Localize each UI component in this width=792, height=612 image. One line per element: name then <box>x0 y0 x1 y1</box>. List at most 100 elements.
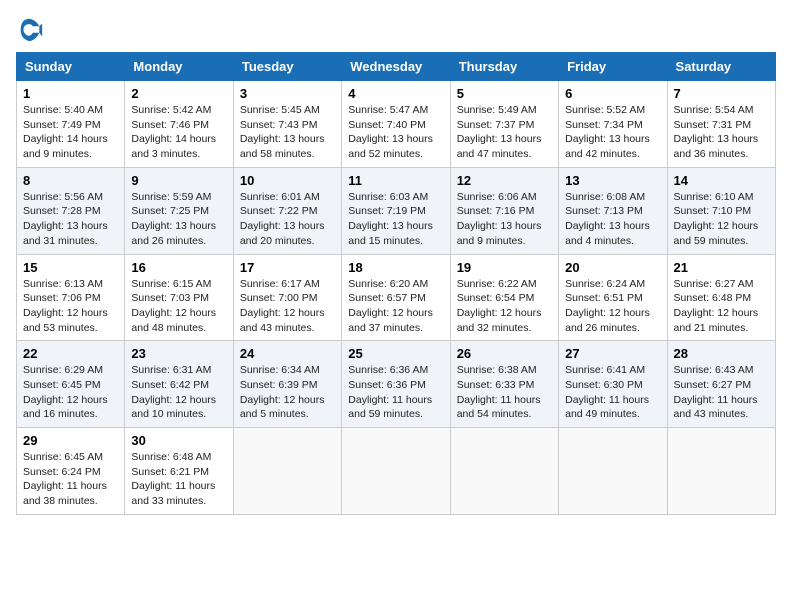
day-info: Sunrise: 6:27 AMSunset: 6:48 PMDaylight:… <box>674 278 759 334</box>
day-number: 29 <box>23 433 118 448</box>
day-number: 23 <box>131 346 226 361</box>
day-info: Sunrise: 5:45 AMSunset: 7:43 PMDaylight:… <box>240 104 325 160</box>
day-number: 15 <box>23 260 118 275</box>
header-row: Sunday Monday Tuesday Wednesday Thursday… <box>17 53 776 81</box>
day-number: 10 <box>240 173 335 188</box>
day-info: Sunrise: 6:31 AMSunset: 6:42 PMDaylight:… <box>131 364 216 420</box>
table-row: 21 Sunrise: 6:27 AMSunset: 6:48 PMDaylig… <box>667 254 775 341</box>
calendar-table: Sunday Monday Tuesday Wednesday Thursday… <box>16 52 776 515</box>
table-row: 1 Sunrise: 5:40 AMSunset: 7:49 PMDayligh… <box>17 81 125 168</box>
table-row: 5 Sunrise: 5:49 AMSunset: 7:37 PMDayligh… <box>450 81 558 168</box>
day-info: Sunrise: 6:06 AMSunset: 7:16 PMDaylight:… <box>457 191 542 247</box>
day-info: Sunrise: 6:45 AMSunset: 6:24 PMDaylight:… <box>23 451 107 507</box>
calendar-week-row: 22 Sunrise: 6:29 AMSunset: 6:45 PMDaylig… <box>17 341 776 428</box>
table-row: 14 Sunrise: 6:10 AMSunset: 7:10 PMDaylig… <box>667 167 775 254</box>
table-row <box>559 428 667 515</box>
day-info: Sunrise: 6:48 AMSunset: 6:21 PMDaylight:… <box>131 451 215 507</box>
day-info: Sunrise: 5:52 AMSunset: 7:34 PMDaylight:… <box>565 104 650 160</box>
day-number: 22 <box>23 346 118 361</box>
table-row: 4 Sunrise: 5:47 AMSunset: 7:40 PMDayligh… <box>342 81 450 168</box>
day-number: 5 <box>457 86 552 101</box>
col-tuesday: Tuesday <box>233 53 341 81</box>
day-number: 3 <box>240 86 335 101</box>
table-row: 17 Sunrise: 6:17 AMSunset: 7:00 PMDaylig… <box>233 254 341 341</box>
day-info: Sunrise: 6:41 AMSunset: 6:30 PMDaylight:… <box>565 364 649 420</box>
table-row <box>342 428 450 515</box>
table-row: 27 Sunrise: 6:41 AMSunset: 6:30 PMDaylig… <box>559 341 667 428</box>
day-info: Sunrise: 6:08 AMSunset: 7:13 PMDaylight:… <box>565 191 650 247</box>
table-row: 3 Sunrise: 5:45 AMSunset: 7:43 PMDayligh… <box>233 81 341 168</box>
logo <box>16 16 48 44</box>
day-number: 18 <box>348 260 443 275</box>
table-row: 22 Sunrise: 6:29 AMSunset: 6:45 PMDaylig… <box>17 341 125 428</box>
table-row <box>233 428 341 515</box>
table-row: 2 Sunrise: 5:42 AMSunset: 7:46 PMDayligh… <box>125 81 233 168</box>
day-number: 8 <box>23 173 118 188</box>
calendar-week-row: 29 Sunrise: 6:45 AMSunset: 6:24 PMDaylig… <box>17 428 776 515</box>
day-number: 1 <box>23 86 118 101</box>
day-info: Sunrise: 6:22 AMSunset: 6:54 PMDaylight:… <box>457 278 542 334</box>
table-row <box>450 428 558 515</box>
table-row: 12 Sunrise: 6:06 AMSunset: 7:16 PMDaylig… <box>450 167 558 254</box>
col-monday: Monday <box>125 53 233 81</box>
day-number: 12 <box>457 173 552 188</box>
day-number: 6 <box>565 86 660 101</box>
table-row: 30 Sunrise: 6:48 AMSunset: 6:21 PMDaylig… <box>125 428 233 515</box>
day-info: Sunrise: 5:49 AMSunset: 7:37 PMDaylight:… <box>457 104 542 160</box>
calendar-week-row: 8 Sunrise: 5:56 AMSunset: 7:28 PMDayligh… <box>17 167 776 254</box>
day-number: 14 <box>674 173 769 188</box>
day-info: Sunrise: 6:13 AMSunset: 7:06 PMDaylight:… <box>23 278 108 334</box>
day-number: 7 <box>674 86 769 101</box>
day-info: Sunrise: 6:24 AMSunset: 6:51 PMDaylight:… <box>565 278 650 334</box>
day-number: 25 <box>348 346 443 361</box>
day-number: 17 <box>240 260 335 275</box>
day-info: Sunrise: 6:10 AMSunset: 7:10 PMDaylight:… <box>674 191 759 247</box>
table-row: 8 Sunrise: 5:56 AMSunset: 7:28 PMDayligh… <box>17 167 125 254</box>
table-row: 10 Sunrise: 6:01 AMSunset: 7:22 PMDaylig… <box>233 167 341 254</box>
day-info: Sunrise: 5:47 AMSunset: 7:40 PMDaylight:… <box>348 104 433 160</box>
day-info: Sunrise: 5:40 AMSunset: 7:49 PMDaylight:… <box>23 104 108 160</box>
day-number: 11 <box>348 173 443 188</box>
day-info: Sunrise: 6:17 AMSunset: 7:00 PMDaylight:… <box>240 278 325 334</box>
day-number: 13 <box>565 173 660 188</box>
page-header <box>16 16 776 44</box>
day-number: 28 <box>674 346 769 361</box>
logo-icon <box>16 16 44 44</box>
table-row: 6 Sunrise: 5:52 AMSunset: 7:34 PMDayligh… <box>559 81 667 168</box>
day-number: 9 <box>131 173 226 188</box>
table-row: 16 Sunrise: 6:15 AMSunset: 7:03 PMDaylig… <box>125 254 233 341</box>
day-info: Sunrise: 5:56 AMSunset: 7:28 PMDaylight:… <box>23 191 108 247</box>
calendar-week-row: 1 Sunrise: 5:40 AMSunset: 7:49 PMDayligh… <box>17 81 776 168</box>
day-info: Sunrise: 5:42 AMSunset: 7:46 PMDaylight:… <box>131 104 216 160</box>
day-number: 24 <box>240 346 335 361</box>
day-info: Sunrise: 6:36 AMSunset: 6:36 PMDaylight:… <box>348 364 432 420</box>
col-sunday: Sunday <box>17 53 125 81</box>
day-number: 20 <box>565 260 660 275</box>
table-row <box>667 428 775 515</box>
table-row: 28 Sunrise: 6:43 AMSunset: 6:27 PMDaylig… <box>667 341 775 428</box>
col-wednesday: Wednesday <box>342 53 450 81</box>
table-row: 15 Sunrise: 6:13 AMSunset: 7:06 PMDaylig… <box>17 254 125 341</box>
day-info: Sunrise: 6:01 AMSunset: 7:22 PMDaylight:… <box>240 191 325 247</box>
day-number: 2 <box>131 86 226 101</box>
table-row: 9 Sunrise: 5:59 AMSunset: 7:25 PMDayligh… <box>125 167 233 254</box>
table-row: 20 Sunrise: 6:24 AMSunset: 6:51 PMDaylig… <box>559 254 667 341</box>
table-row: 19 Sunrise: 6:22 AMSunset: 6:54 PMDaylig… <box>450 254 558 341</box>
day-number: 16 <box>131 260 226 275</box>
table-row: 25 Sunrise: 6:36 AMSunset: 6:36 PMDaylig… <box>342 341 450 428</box>
table-row: 24 Sunrise: 6:34 AMSunset: 6:39 PMDaylig… <box>233 341 341 428</box>
day-number: 21 <box>674 260 769 275</box>
day-info: Sunrise: 6:03 AMSunset: 7:19 PMDaylight:… <box>348 191 433 247</box>
table-row: 26 Sunrise: 6:38 AMSunset: 6:33 PMDaylig… <box>450 341 558 428</box>
day-info: Sunrise: 6:20 AMSunset: 6:57 PMDaylight:… <box>348 278 433 334</box>
day-info: Sunrise: 5:59 AMSunset: 7:25 PMDaylight:… <box>131 191 216 247</box>
table-row: 7 Sunrise: 5:54 AMSunset: 7:31 PMDayligh… <box>667 81 775 168</box>
day-info: Sunrise: 6:15 AMSunset: 7:03 PMDaylight:… <box>131 278 216 334</box>
table-row: 23 Sunrise: 6:31 AMSunset: 6:42 PMDaylig… <box>125 341 233 428</box>
col-thursday: Thursday <box>450 53 558 81</box>
day-number: 26 <box>457 346 552 361</box>
day-number: 4 <box>348 86 443 101</box>
table-row: 18 Sunrise: 6:20 AMSunset: 6:57 PMDaylig… <box>342 254 450 341</box>
calendar-week-row: 15 Sunrise: 6:13 AMSunset: 7:06 PMDaylig… <box>17 254 776 341</box>
table-row: 11 Sunrise: 6:03 AMSunset: 7:19 PMDaylig… <box>342 167 450 254</box>
